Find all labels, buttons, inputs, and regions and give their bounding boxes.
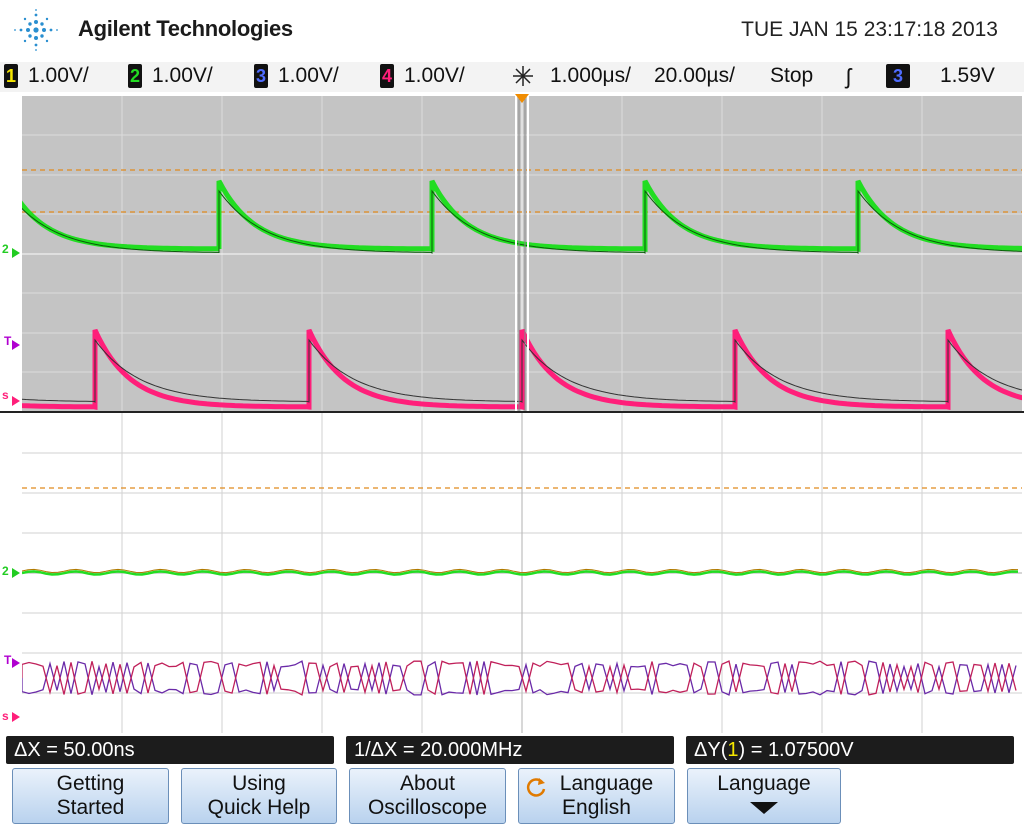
trigger-position-icon[interactable] xyxy=(515,94,529,104)
arrow-down-icon xyxy=(750,802,778,814)
softkey-label: Getting xyxy=(56,772,125,795)
rotate-select-icon xyxy=(526,778,546,797)
horizontal-delay-icon xyxy=(513,66,533,86)
delta-y-channel: 1 xyxy=(727,739,739,761)
softkey-label: Started xyxy=(56,796,125,819)
softkey-bar: Getting Started Using Quick Help About O… xyxy=(0,764,1024,829)
inverse-delta-x-readout: 1/ΔX = 20.000MHz xyxy=(346,736,674,764)
ch1-scale-value: 1.00V/ xyxy=(28,64,89,87)
time-per-div-value: 20.00µs/ xyxy=(654,64,735,87)
language-menu-softkey[interactable]: Language xyxy=(687,768,841,824)
softkey-label: English xyxy=(562,796,631,819)
channel-marker-column: 2 T s 2 T s xyxy=(0,92,22,734)
ch4-scale-value: 1.00V/ xyxy=(404,64,465,87)
trigger-settings[interactable]: 3 1.59V xyxy=(886,64,995,88)
ch4-trace-edge xyxy=(0,338,1024,403)
trigger-edge-icon: ʃ xyxy=(846,64,851,89)
ch3-scale[interactable]: 3 1.00V/ xyxy=(254,64,339,88)
agilent-spark-logo-icon xyxy=(14,9,58,51)
trigger-edge[interactable]: ʃ xyxy=(846,64,851,90)
ch3-ch4-zoom-waveform xyxy=(21,660,1017,696)
zoom-waveform-display xyxy=(21,413,1022,733)
horizontal-delay-value: 1.000μs/ xyxy=(550,64,631,87)
trigger-level-value: 1.59V xyxy=(940,64,995,87)
delta-y-suffix: ) = 1.07500V xyxy=(738,739,854,761)
delta-x-readout: ΔX = 50.00ns xyxy=(6,736,334,764)
trigger-source-badge: 3 xyxy=(886,64,910,88)
softkey-label: Language xyxy=(717,772,811,795)
softkey-label: Oscilloscope xyxy=(367,796,488,819)
about-oscilloscope-softkey[interactable]: About Oscilloscope xyxy=(349,768,506,824)
softkey-label: Quick Help xyxy=(207,796,311,819)
softkey-label: About xyxy=(400,772,455,795)
ch3-scale-value: 1.00V/ xyxy=(278,64,339,87)
ch4-badge: 4 xyxy=(380,64,394,88)
ch2-zoom-waveform xyxy=(21,568,1019,576)
language-english-softkey[interactable]: Language English xyxy=(518,768,675,824)
ch2-badge: 2 xyxy=(128,64,142,88)
main-waveform-window[interactable] xyxy=(0,94,1024,420)
delta-y-readout: ΔY(1) = 1.07500V xyxy=(686,736,1014,764)
date-time: TUE JAN 15 23:17:18 2013 xyxy=(741,18,998,41)
quick-help-softkey[interactable]: Using Quick Help xyxy=(181,768,337,824)
run-state-value: Stop xyxy=(770,64,814,87)
delta-y-prefix: ΔY( xyxy=(694,739,728,761)
horizontal-delay[interactable]: 1.000μs/ xyxy=(510,64,631,88)
ch2-scale-value: 1.00V/ xyxy=(152,64,213,87)
ch3-badge: 3 xyxy=(254,64,268,88)
zoom-waveform-window[interactable] xyxy=(21,413,1022,733)
header-bar: Agilent Technologies TUE JAN 15 23:17:18… xyxy=(0,0,1024,62)
ch4-waveform xyxy=(0,328,1024,411)
run-state[interactable]: Stop xyxy=(770,64,813,88)
softkey-label: Using xyxy=(232,772,286,795)
brand-name: Agilent Technologies xyxy=(78,16,293,41)
ch2-scale[interactable]: 2 1.00V/ xyxy=(128,64,213,88)
getting-started-softkey[interactable]: Getting Started xyxy=(12,768,169,824)
ch1-badge: 1 xyxy=(4,64,18,88)
time-per-div[interactable]: 20.00µs/ xyxy=(654,64,735,88)
main-waveform-display xyxy=(0,95,1024,413)
marker-arrows-icon xyxy=(12,248,20,722)
ch4-scale[interactable]: 4 1.00V/ xyxy=(380,64,465,88)
ch1-scale[interactable]: 1 1.00V/ xyxy=(4,64,89,88)
channel-status-bar: 1 1.00V/ 2 1.00V/ 3 1.00V/ 4 1.00V/ 1.00… xyxy=(0,62,1024,92)
